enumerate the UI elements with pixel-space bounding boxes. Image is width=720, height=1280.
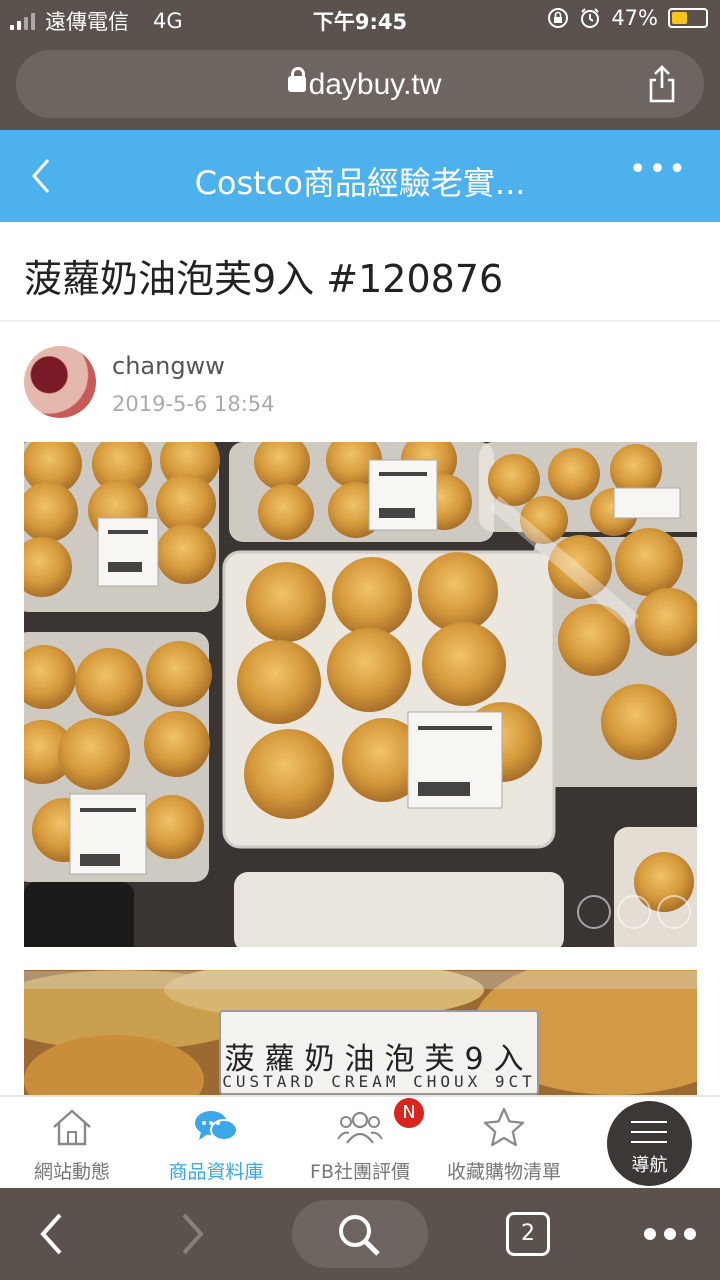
tab-saved-shopping-list[interactable]: 收藏購物清單 <box>434 1105 574 1184</box>
label-english-name: CUSTARD CREAM CHOUX 9CT <box>222 1072 536 1091</box>
post-date: 2019-5-6 18:54 <box>112 392 275 416</box>
new-badge: N <box>394 1098 424 1128</box>
tab-label: FB社團評價 <box>310 1161 410 1183</box>
page-title: 菠蘿奶油泡芙9入 #120876 <box>24 257 504 301</box>
browser-back-icon[interactable] <box>38 1212 64 1256</box>
house-icon <box>53 1109 91 1146</box>
browser-forward-icon[interactable] <box>180 1212 206 1256</box>
status-bar: 遠傳電信 4G 下午9:45 47% <box>0 0 720 40</box>
product-photo[interactable] <box>24 442 697 947</box>
product-label: 菠蘿奶油泡芙9入 CUSTARD CREAM CHOUX 9CT <box>219 1010 539 1095</box>
search-icon <box>339 1215 380 1256</box>
browser-tabs-button[interactable]: 2 <box>506 1212 550 1256</box>
tab-site-activity[interactable]: 網站動態 <box>2 1105 142 1184</box>
product-label-photo[interactable]: 菠蘿奶油泡芙9入 CUSTARD CREAM CHOUX 9CT <box>24 970 697 1095</box>
battery-percent: 47% <box>611 6 658 30</box>
tab-label: 商品資料庫 <box>168 1161 264 1183</box>
chat-bubbles-icon <box>195 1111 238 1141</box>
tab-product-database[interactable]: 商品資料庫 <box>146 1105 286 1184</box>
battery-icon <box>668 8 708 28</box>
header-title: Costco商品經驗老實... <box>194 164 526 202</box>
browser-address-area: daybuy.tw <box>0 40 720 130</box>
tab-label: 網站動態 <box>33 1161 110 1183</box>
star-icon <box>483 1107 525 1147</box>
back-button[interactable] <box>30 158 52 194</box>
navigation-label: 導航 <box>631 1155 668 1176</box>
menu-icon <box>631 1121 667 1151</box>
alarm-icon <box>581 8 600 28</box>
navigation-menu-button[interactable]: 導航 <box>607 1101 692 1186</box>
url-domain: daybuy.tw <box>308 68 442 101</box>
browser-search-button[interactable] <box>292 1200 428 1268</box>
tab-label: 收藏購物清單 <box>446 1161 561 1183</box>
people-icon <box>337 1111 383 1144</box>
cream-puff-trays-image <box>24 442 697 947</box>
avatar[interactable] <box>24 346 96 418</box>
address-bar[interactable]: daybuy.tw <box>16 50 704 118</box>
more-options-button[interactable]: ••• <box>629 152 688 187</box>
rotation-lock-icon <box>548 8 569 28</box>
divider <box>0 320 720 322</box>
share-icon[interactable] <box>646 64 678 104</box>
app-header: Costco商品經驗老實... ••• <box>0 130 720 222</box>
more-icon[interactable] <box>642 1226 698 1242</box>
author-name[interactable]: changww <box>112 352 225 380</box>
